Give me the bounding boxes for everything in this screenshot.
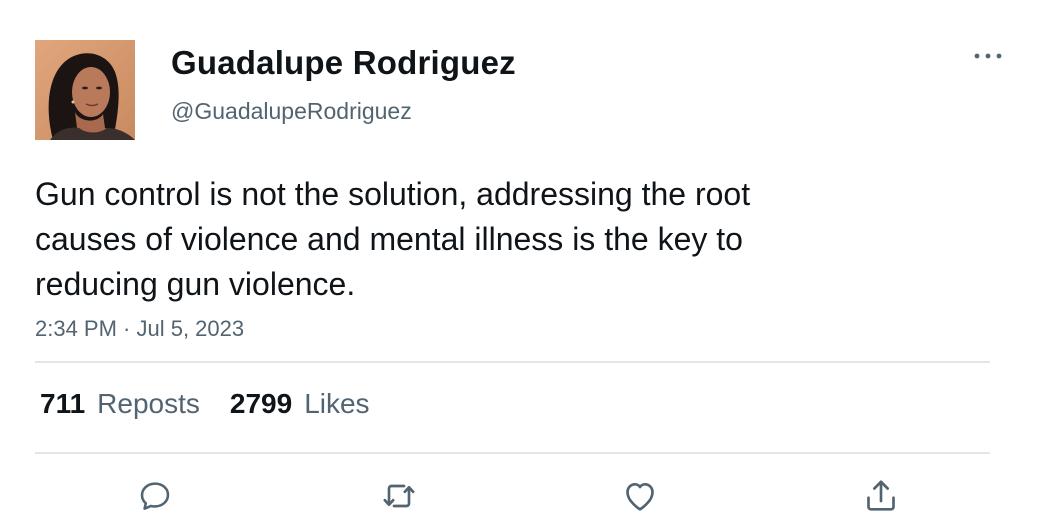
avatar[interactable]: [35, 40, 135, 140]
author-display-name[interactable]: Guadalupe Rodriguez: [171, 44, 516, 82]
action-bar: [0, 474, 1050, 518]
reply-button[interactable]: [133, 474, 177, 518]
heart-icon: [626, 483, 654, 511]
reposts-stat[interactable]: 711 Reposts: [40, 388, 200, 420]
share-button[interactable]: [859, 474, 903, 518]
divider-bottom: [35, 452, 990, 454]
reply-icon: [140, 482, 170, 510]
more-horizontal-icon: [974, 53, 1002, 59]
engagement-stats: 711 Reposts 2799 Likes: [40, 388, 400, 420]
likes-count: 2799: [229, 388, 293, 419]
more-options-button[interactable]: [970, 42, 1006, 70]
divider-top: [35, 361, 990, 363]
tweet-text: Gun control is not the solution, address…: [35, 176, 751, 302]
reposts-label: Reposts: [97, 388, 200, 419]
repost-button[interactable]: [377, 474, 421, 518]
share-icon: [867, 480, 895, 511]
repost-icon: [383, 484, 415, 508]
like-button[interactable]: [618, 474, 662, 518]
author-handle[interactable]: @GuadalupeRodriguez: [171, 98, 412, 125]
reposts-count: 711: [40, 388, 86, 419]
tweet-card: Guadalupe Rodriguez @GuadalupeRodriguez …: [0, 0, 1050, 525]
tweet-timestamp[interactable]: 2:34 PM · Jul 5, 2023: [35, 316, 244, 342]
likes-label: Likes: [304, 388, 370, 419]
likes-stat[interactable]: 2799 Likes: [230, 388, 370, 420]
avatar-portrait-image: [35, 40, 135, 140]
